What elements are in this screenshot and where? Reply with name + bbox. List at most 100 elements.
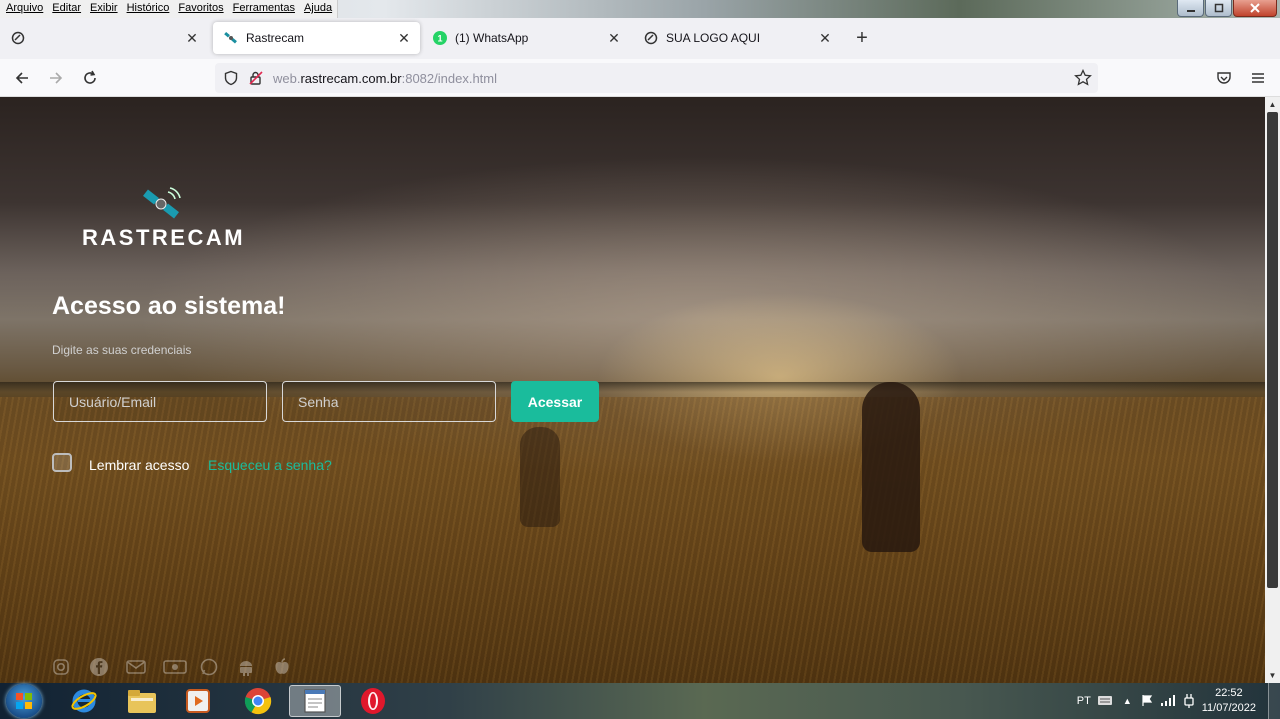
internet-explorer-icon: [71, 689, 97, 713]
maximize-icon: [1214, 3, 1223, 13]
satellite-logo-icon: [143, 187, 181, 219]
forgot-password-link[interactable]: Esqueceu a senha?: [208, 457, 332, 473]
pocket-icon: [1217, 72, 1231, 84]
show-hidden-icons-icon[interactable]: ▲: [1123, 696, 1132, 706]
nav-bar: web.rastrecam.com.br:8082/index.html: [0, 59, 1280, 97]
show-desktop-button[interactable]: [1268, 683, 1280, 719]
login-title: Acesso ao sistema!: [52, 292, 286, 320]
arrow-right-icon: [50, 72, 63, 84]
menu-ferramentas[interactable]: Ferramentas: [229, 0, 300, 18]
whatsapp-icon[interactable]: [200, 657, 237, 677]
tab-close-button[interactable]: ✕: [817, 30, 833, 46]
hamburger-icon: [1252, 73, 1264, 83]
tab-label: SUA LOGO AQUI: [666, 31, 761, 45]
back-button[interactable]: [12, 68, 32, 88]
tab-sua-logo[interactable]: SUA LOGO AQUI ✕: [633, 22, 841, 54]
tab-whatsapp[interactable]: 1 (1) WhatsApp ✕: [422, 22, 630, 54]
remember-checkbox[interactable]: [52, 453, 72, 472]
reload-button[interactable]: [80, 68, 100, 88]
login-subtitle: Digite as suas credenciais: [52, 343, 192, 357]
social-links: [52, 657, 311, 677]
whatsapp-icon: 1: [432, 30, 448, 46]
tab-rastrecam[interactable]: Rastrecam ✕: [213, 22, 420, 54]
menu-button[interactable]: [1248, 68, 1268, 88]
tab-1[interactable]: ✕: [0, 22, 208, 54]
firefox-default-icon: [10, 30, 26, 46]
remember-label[interactable]: Lembrar acesso: [89, 457, 189, 473]
android-icon[interactable]: [237, 657, 274, 677]
instagram-icon[interactable]: [52, 657, 89, 677]
reload-icon: [84, 70, 96, 84]
insecure-lock-icon[interactable]: [248, 70, 264, 91]
forward-button[interactable]: [46, 68, 66, 88]
email-icon[interactable]: [126, 657, 163, 677]
scroll-thumb[interactable]: [1267, 112, 1278, 588]
keyboard-icon[interactable]: [1097, 694, 1113, 709]
minimize-button[interactable]: [1177, 0, 1204, 17]
tab-bar: ✕ Rastrecam ✕ 1 (1) WhatsApp ✕ SUA LOGO …: [0, 18, 1280, 59]
login-page: RASTRECAM Acesso ao sistema! Digite as s…: [0, 97, 1265, 683]
clock-time: 22:52: [1215, 687, 1243, 699]
menu-ajuda[interactable]: Ajuda: [300, 0, 337, 18]
taskbar-file-explorer[interactable]: [116, 685, 168, 717]
svg-text:1: 1: [437, 34, 442, 44]
close-window-button[interactable]: [1233, 0, 1277, 17]
opera-icon: [361, 688, 385, 714]
close-icon: [1250, 3, 1260, 13]
power-plug-icon[interactable]: [1182, 692, 1196, 711]
taskbar-opera[interactable]: [347, 685, 399, 717]
windows-logo-icon: [16, 693, 32, 709]
money-icon[interactable]: [163, 657, 200, 677]
tab-close-button[interactable]: ✕: [396, 30, 412, 46]
menu-bar: Arquivo Editar Exibir Histórico Favorito…: [0, 0, 1280, 18]
media-player-icon: [186, 689, 210, 713]
taskbar-media-player[interactable]: [172, 685, 224, 717]
action-center-flag-icon[interactable]: [1140, 693, 1154, 710]
language-indicator[interactable]: PT: [1077, 695, 1091, 707]
menu-historico[interactable]: Histórico: [123, 0, 175, 18]
url-bar[interactable]: web.rastrecam.com.br:8082/index.html: [215, 63, 1098, 93]
chrome-icon: [244, 688, 272, 715]
menu-exibir[interactable]: Exibir: [86, 0, 123, 18]
window-controls: [1177, 0, 1277, 17]
taskbar-notepad[interactable]: [289, 685, 341, 717]
taskbar-internet-explorer[interactable]: [58, 685, 110, 717]
file-explorer-icon: [128, 690, 156, 713]
clock[interactable]: 22:52 11/07/2022: [1202, 686, 1256, 716]
arrow-left-icon: [15, 72, 28, 84]
scroll-up-icon[interactable]: ▲: [1265, 97, 1280, 112]
background-person: [862, 382, 920, 552]
scroll-down-icon[interactable]: ▼: [1265, 668, 1280, 683]
url-text[interactable]: web.rastrecam.com.br:8082/index.html: [273, 71, 497, 86]
shield-icon[interactable]: [223, 70, 239, 91]
start-button[interactable]: [6, 684, 42, 718]
background-field: [0, 397, 1265, 683]
background-person: [520, 427, 560, 527]
tab-close-button[interactable]: ✕: [184, 30, 200, 46]
new-tab-button[interactable]: +: [853, 28, 871, 48]
taskbar-chrome[interactable]: [232, 685, 284, 717]
facebook-icon[interactable]: [89, 657, 126, 677]
password-input[interactable]: [282, 381, 496, 422]
pocket-button[interactable]: [1214, 68, 1234, 88]
minimize-icon: [1186, 10, 1195, 12]
tab-label: Rastrecam: [246, 31, 305, 45]
menu-arquivo[interactable]: Arquivo: [2, 0, 48, 18]
taskbar: PT ▲ 22:52 11/07/2022: [0, 683, 1280, 719]
menu-favoritos[interactable]: Favoritos: [174, 0, 228, 18]
star-icon[interactable]: [1074, 68, 1092, 92]
clock-date: 11/07/2022: [1201, 702, 1256, 714]
firefox-default-icon: [643, 30, 659, 46]
apple-icon[interactable]: [274, 657, 311, 677]
maximize-button[interactable]: [1205, 0, 1232, 17]
tab-close-button[interactable]: ✕: [606, 30, 622, 46]
menu-editar[interactable]: Editar: [48, 0, 86, 18]
page-scrollbar[interactable]: ▲ ▼: [1265, 97, 1280, 683]
menu-items: Arquivo Editar Exibir Histórico Favorito…: [0, 0, 339, 18]
brand-name: RASTRECAM: [82, 225, 246, 250]
satellite-icon: [223, 30, 239, 46]
system-tray: PT ▲ 22:52 11/07/2022: [1077, 683, 1280, 719]
login-button[interactable]: Acessar: [511, 381, 599, 422]
username-input[interactable]: [53, 381, 267, 422]
network-signal-icon[interactable]: [1160, 694, 1176, 709]
